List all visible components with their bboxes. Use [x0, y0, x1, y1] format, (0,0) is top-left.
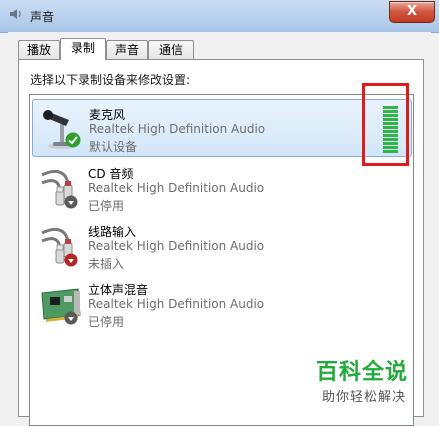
tab-sounds[interactable]: 声音 — [106, 40, 148, 59]
device-item-stereo-mix[interactable]: 立体声混音 Realtek High Definition Audio 已停用 — [32, 275, 410, 331]
tab-communications[interactable]: 通信 — [148, 40, 194, 59]
default-check-icon — [65, 132, 81, 148]
device-item-cd-audio[interactable]: CD 音频 Realtek High Definition Audio 已停用 — [32, 159, 410, 215]
speaker-icon — [10, 9, 21, 19]
window-title: 声音 — [30, 10, 55, 24]
device-description: Realtek High Definition Audio — [88, 239, 265, 253]
watermark-logo: 百科全说 — [316, 360, 409, 385]
device-description: Realtek High Definition Audio — [88, 297, 265, 311]
device-name: 线路输入 — [88, 225, 137, 239]
device-status: 已停用 — [88, 199, 125, 213]
highlight-annotation — [362, 83, 409, 166]
close-button[interactable]: X — [389, 1, 435, 23]
device-item-line-in[interactable]: 线路输入 Realtek High Definition Audio 未插入 — [32, 217, 410, 273]
disabled-arrow-icon — [64, 311, 78, 325]
instruction-text: 选择以下录制设备来修改设置: — [30, 73, 191, 87]
tab-playback[interactable]: 播放 — [18, 40, 60, 59]
unplugged-arrow-icon — [64, 253, 78, 267]
watermark: 百科全说 助你轻松解决 — [300, 352, 439, 415]
title-bar: 声音 X — [0, 0, 439, 33]
disabled-arrow-icon — [64, 195, 78, 209]
device-item-microphone[interactable]: 麦克风 Realtek High Definition Audio 默认设备 — [32, 99, 412, 157]
close-icon: X — [406, 4, 418, 19]
device-description: Realtek High Definition Audio — [89, 122, 266, 136]
tab-recording[interactable]: 录制 — [60, 38, 106, 60]
device-status: 未插入 — [88, 257, 125, 271]
device-status: 默认设备 — [89, 140, 138, 154]
device-status: 已停用 — [88, 315, 125, 329]
watermark-subtitle: 助你轻松解决 — [322, 390, 407, 405]
device-name: CD 音频 — [88, 167, 134, 181]
device-name: 立体声混音 — [88, 283, 149, 297]
device-name: 麦克风 — [89, 108, 126, 122]
device-description: Realtek High Definition Audio — [88, 181, 265, 195]
